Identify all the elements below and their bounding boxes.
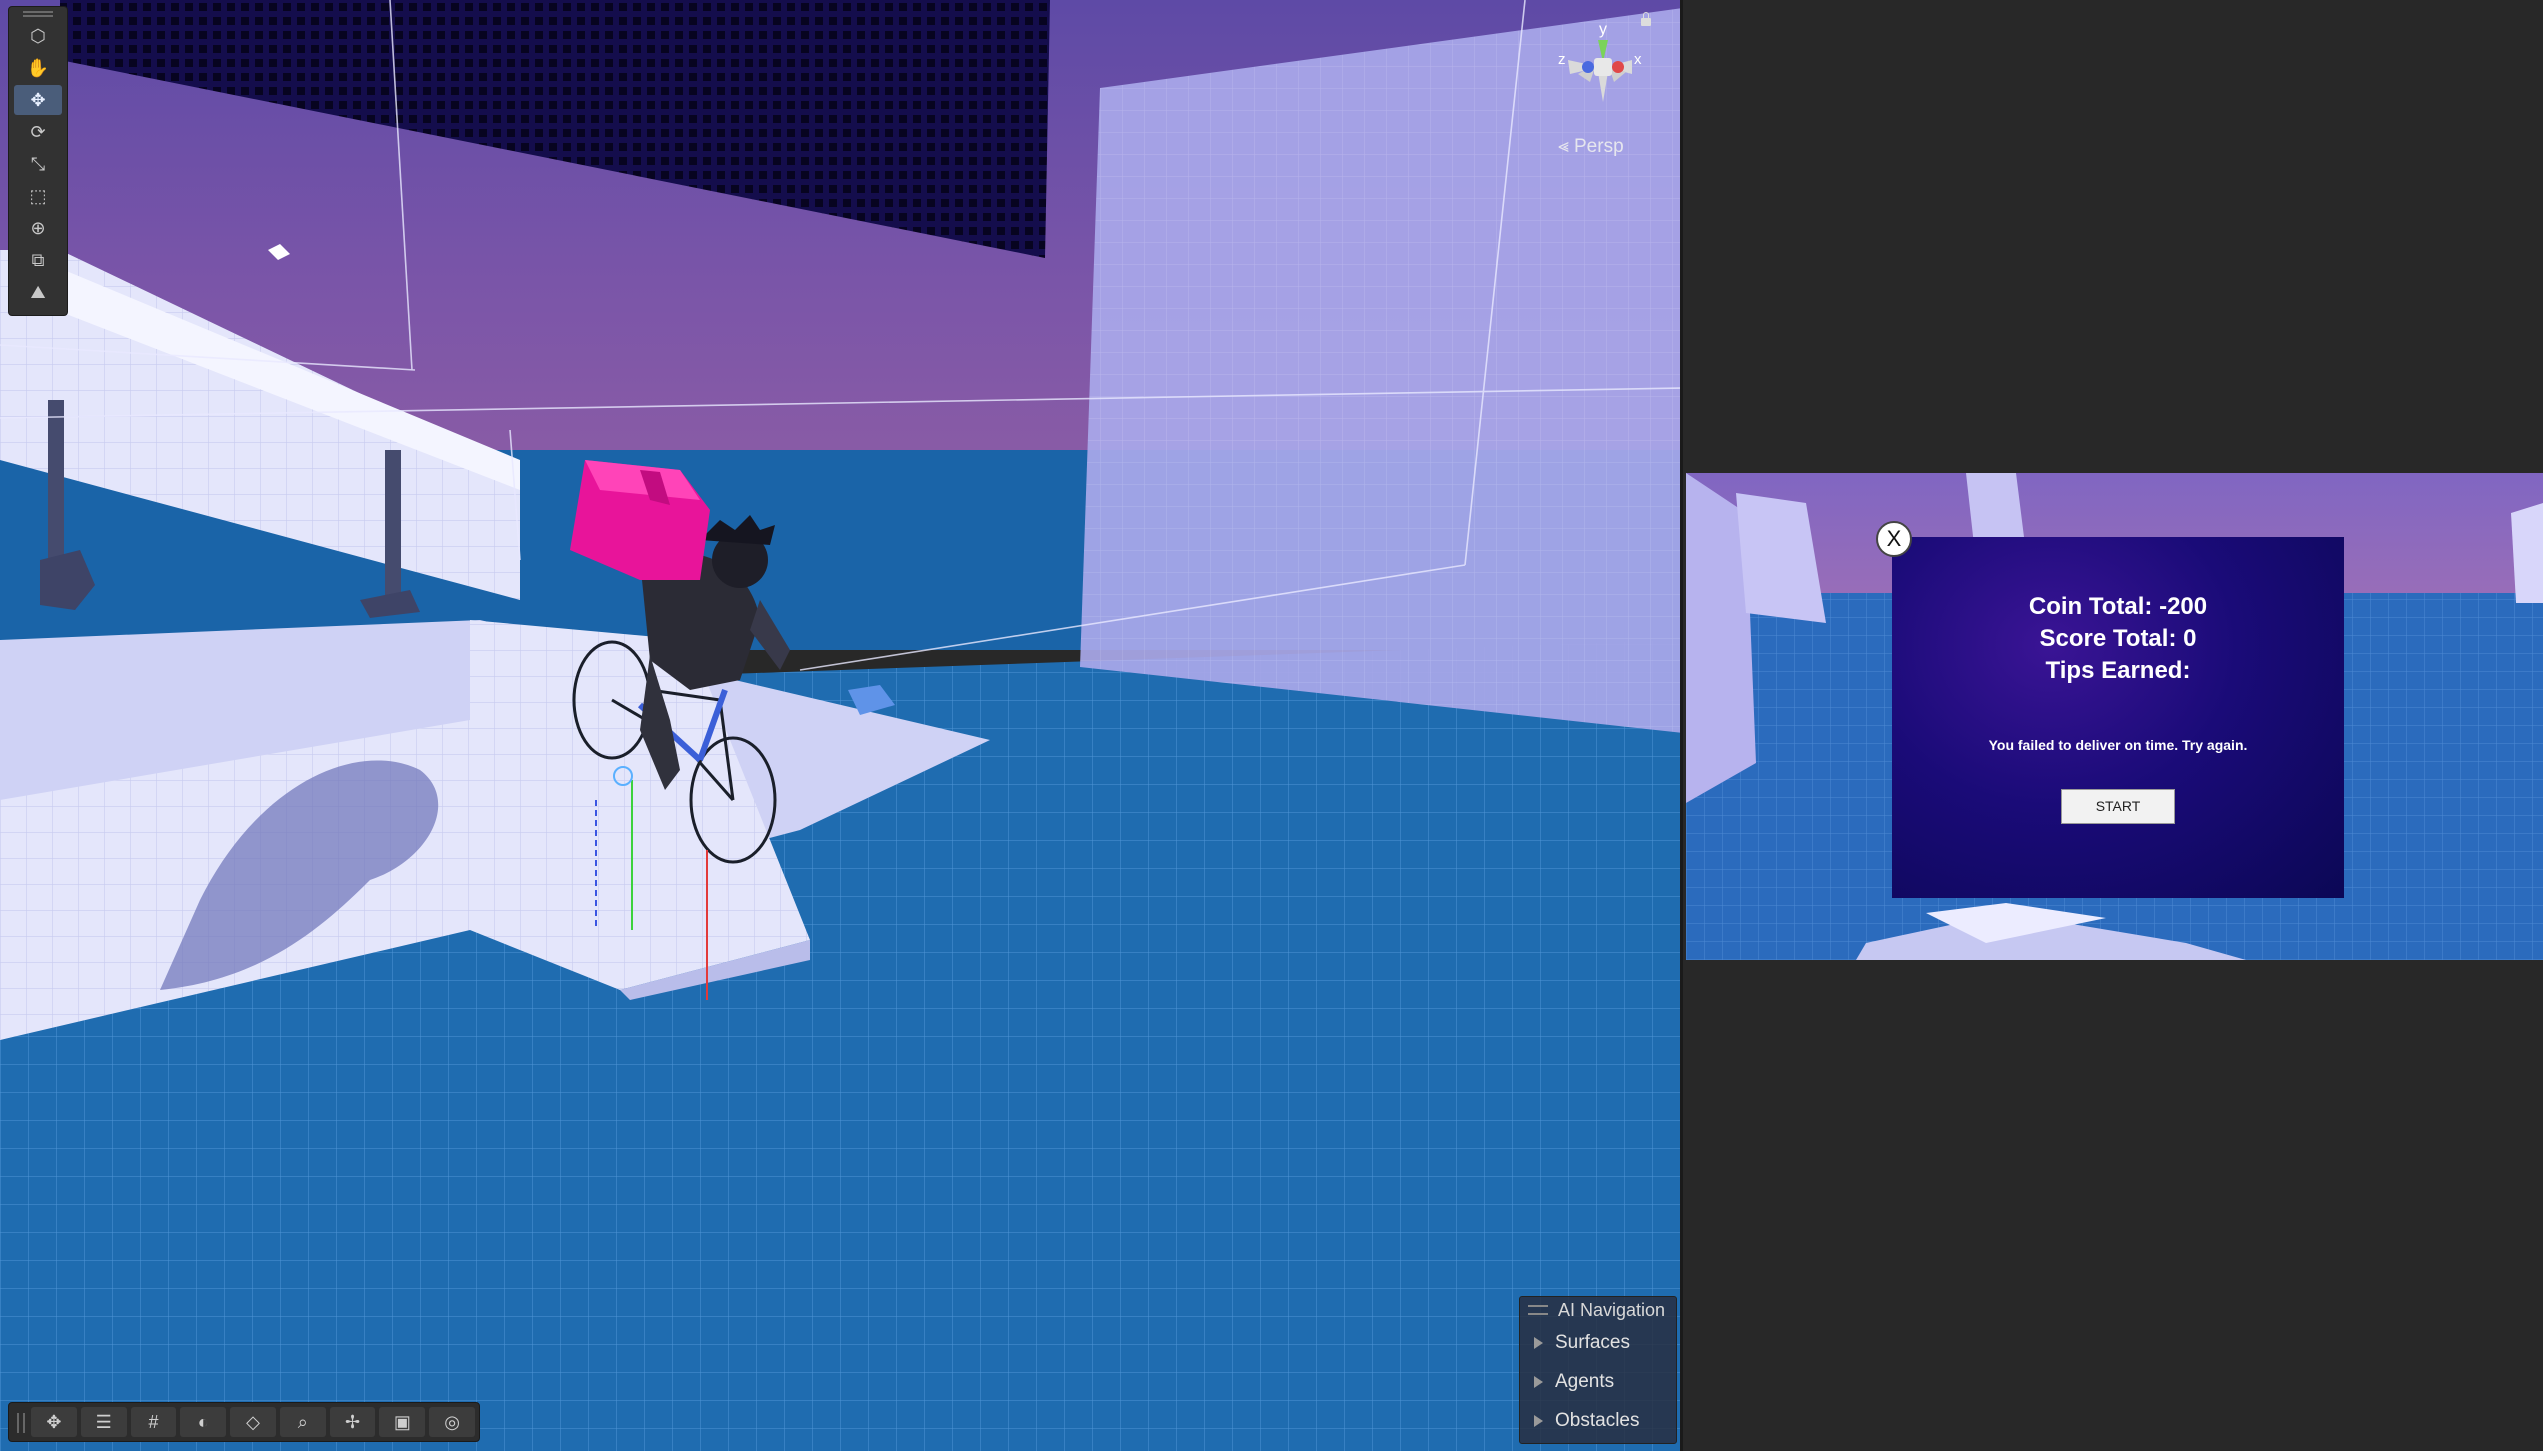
ai-nav-item-label: Surfaces bbox=[1555, 1331, 1630, 1353]
move-overlay-icon[interactable]: ✥ bbox=[31, 1407, 77, 1437]
expand-arrow-icon[interactable] bbox=[1534, 1414, 1543, 1427]
scene-viewport[interactable] bbox=[0, 0, 1683, 1451]
score-total: Score Total: 0 bbox=[2039, 625, 2197, 652]
ai-navigation-overlay: AI Navigation Surfaces Agents Obstacles bbox=[1519, 1296, 1677, 1444]
palette-grip[interactable] bbox=[23, 11, 53, 17]
sliders-icon[interactable]: ☰ bbox=[80, 1407, 127, 1437]
ai-navigation-header[interactable]: AI Navigation bbox=[1520, 1297, 1676, 1323]
rotate-tool-icon[interactable]: ⟳ bbox=[14, 117, 62, 147]
ai-navigation-title: AI Navigation bbox=[1558, 1299, 1666, 1320]
tool-palette: ⬡ ✋ ✥ ⟳ ⤡ ⬚ ⊕ ⧉ ⛰ bbox=[8, 6, 68, 316]
shading-icon[interactable]: ◐ bbox=[180, 1407, 227, 1437]
layers-icon[interactable]: ◇ bbox=[230, 1407, 276, 1437]
gizmo-z-label: z bbox=[1558, 51, 1566, 68]
drag-handle-icon[interactable] bbox=[1528, 1305, 1548, 1315]
grid-icon[interactable]: # bbox=[130, 1407, 177, 1437]
coin-total: Coin Total: -200 bbox=[2028, 593, 2208, 620]
expand-arrow-icon[interactable] bbox=[1534, 1375, 1543, 1388]
rect-tool-icon[interactable]: ⬚ bbox=[14, 181, 62, 211]
ai-nav-item-agents[interactable]: Agents bbox=[1520, 1362, 1676, 1401]
ai-nav-item-label: Obstacles bbox=[1555, 1409, 1640, 1431]
orientation-gizmo[interactable]: y x z bbox=[1548, 12, 1658, 122]
camera-icon[interactable]: ▣ bbox=[379, 1407, 426, 1437]
persp-chevron-icon: ⪡ bbox=[1558, 136, 1569, 157]
search-icon[interactable]: ⌕ bbox=[279, 1407, 326, 1437]
hand-tool-icon[interactable]: ✋ bbox=[14, 53, 62, 83]
ai-nav-item-surfaces[interactable]: Surfaces bbox=[1520, 1323, 1676, 1362]
compass-icon[interactable]: ◎ bbox=[429, 1407, 476, 1437]
gizmo-x-label: x bbox=[1634, 51, 1642, 68]
projection-label: Persp bbox=[1574, 136, 1624, 157]
move-tool-icon[interactable]: ✥ bbox=[14, 85, 62, 115]
close-button[interactable]: X bbox=[1876, 521, 1912, 557]
ai-nav-item-obstacles[interactable]: Obstacles bbox=[1520, 1401, 1676, 1440]
pivot-icon[interactable]: ✢ bbox=[329, 1407, 376, 1437]
failure-message: You failed to deliver on time. Try again… bbox=[1988, 737, 2248, 753]
overlay-toolbar: ✥ ☰ # ◐ ◇ ⌕ ✢ ▣ ◎ bbox=[8, 1402, 480, 1442]
projection-toggle[interactable]: ⪡ Persp bbox=[1558, 136, 1624, 158]
tips-earned: Tips Earned: bbox=[2045, 657, 2191, 684]
start-button[interactable]: START bbox=[2061, 789, 2175, 824]
toolbar-grip[interactable] bbox=[17, 1413, 25, 1433]
game-view[interactable]: Coin Total: -200 Score Total: 0 Tips Ear… bbox=[1686, 473, 2543, 960]
transform-tool-icon[interactable]: ⊕ bbox=[14, 213, 62, 243]
terrain-tool-icon[interactable]: ⛰ bbox=[14, 277, 62, 307]
gizmo-y-label: y bbox=[1599, 21, 1607, 38]
custom-tool-icon[interactable]: ⧉ bbox=[14, 245, 62, 275]
ai-nav-item-label: Agents bbox=[1555, 1370, 1615, 1392]
view-cube-icon[interactable]: ⬡ bbox=[14, 21, 62, 51]
scale-tool-icon[interactable]: ⤡ bbox=[14, 149, 62, 179]
scene-view[interactable]: ⬡ ✋ ✥ ⟳ ⤡ ⬚ ⊕ ⧉ ⛰ y x z ⪡ Persp ✥ ☰ # ◐ … bbox=[0, 0, 1683, 1451]
game-over-panel: Coin Total: -200 Score Total: 0 Tips Ear… bbox=[1892, 537, 2344, 898]
expand-arrow-icon[interactable] bbox=[1534, 1336, 1543, 1349]
